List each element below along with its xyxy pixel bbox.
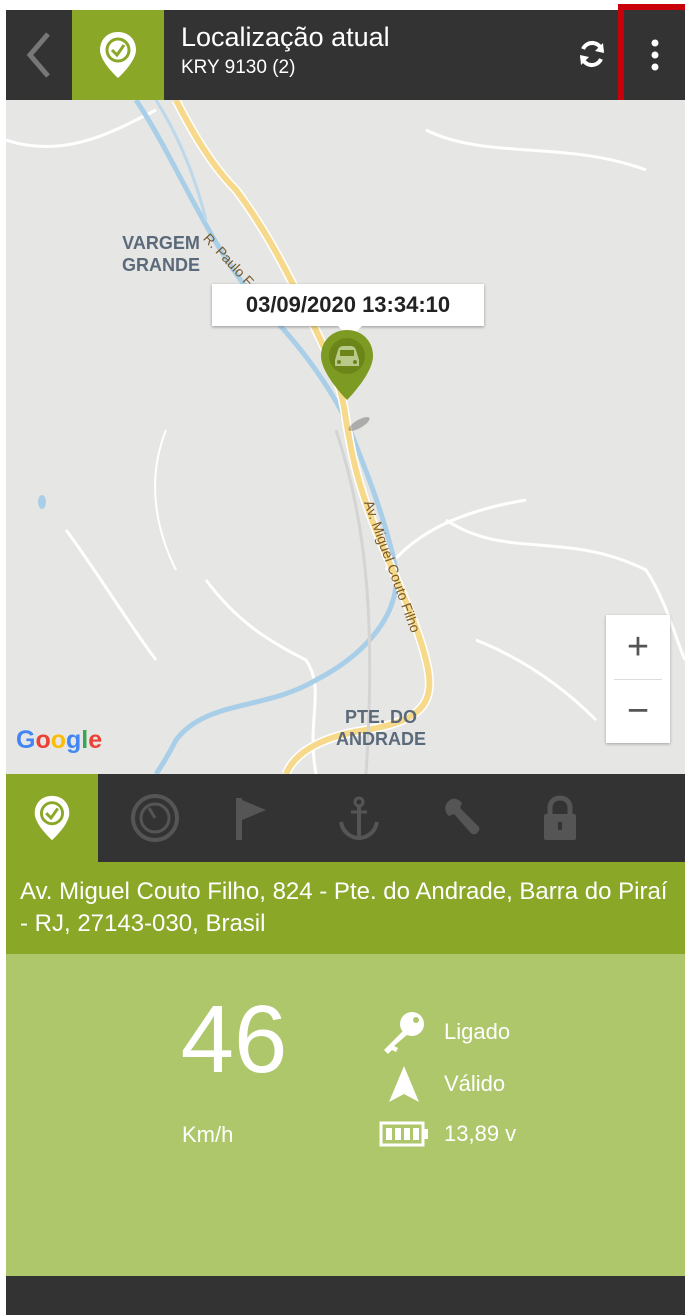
zoom-out-button[interactable]: −: [606, 679, 670, 743]
header-titles: Localização atual KRY 9130 (2): [181, 20, 390, 82]
location-check-icon: [34, 795, 70, 841]
address-text: Av. Miguel Couto Filho, 824 - Pte. do An…: [6, 862, 685, 954]
battery-status: 13,89 v: [378, 1114, 516, 1154]
speed-unit: Km/h: [182, 1122, 234, 1147]
map-label-pte-do-andrade: PTE. DO ANDRADE: [336, 706, 426, 750]
flag-icon: [236, 798, 266, 840]
footer-bar: [6, 1276, 685, 1315]
label-line: PTE. DO: [344, 707, 417, 727]
navigation-arrow-icon: [389, 1066, 419, 1102]
refresh-icon: [580, 40, 604, 68]
tab-location[interactable]: [6, 774, 98, 862]
bottom-tab-bar: [6, 774, 685, 862]
battery-label: 13,89 v: [444, 1121, 517, 1146]
refresh-button[interactable]: [572, 34, 612, 74]
label-line: VARGEM: [122, 233, 200, 253]
map-view[interactable]: VARGEM GRANDE PTE. DO ANDRADE R. Paulo F…: [6, 100, 685, 774]
tab-speed[interactable]: [109, 774, 201, 862]
zoom-divider: [614, 679, 662, 680]
gps-label: Válido: [444, 1071, 506, 1096]
wrench-icon: [445, 798, 480, 835]
vehicle-plate: KRY 9130 (2): [181, 57, 296, 78]
speedometer-icon: [131, 794, 179, 842]
speed-value: 46: [180, 986, 288, 1093]
map-label-vargem-grande: VARGEM GRANDE: [122, 232, 200, 276]
location-check-icon: [72, 10, 164, 100]
tab-flag[interactable]: [204, 774, 296, 862]
page-title: Localização atual: [181, 22, 390, 52]
battery-icon: [379, 1121, 428, 1147]
more-vert-icon: [651, 39, 658, 71]
zoom-controls: + −: [606, 615, 670, 743]
tab-maintenance[interactable]: [418, 774, 510, 862]
label-line: ANDRADE: [336, 729, 426, 749]
key-icon: [384, 1012, 424, 1054]
ignition-label: Ligado: [444, 1019, 511, 1044]
vehicle-marker-icon[interactable]: [319, 328, 375, 436]
google-attribution: Google: [16, 726, 103, 754]
app-header: Localização atual KRY 9130 (2): [6, 4, 685, 106]
back-button[interactable]: [6, 10, 72, 100]
label-line: GRANDE: [122, 255, 201, 275]
gps-status: Válido: [378, 1064, 505, 1104]
tab-lock[interactable]: [514, 774, 606, 862]
map-tiles: [6, 100, 685, 774]
timestamp-bubble[interactable]: 03/09/2020 13:34:10: [212, 284, 484, 338]
anchor-icon: [339, 796, 379, 841]
tab-anchor[interactable]: [313, 774, 405, 862]
back-icon: [26, 32, 50, 78]
lock-icon: [544, 795, 576, 840]
more-options-button[interactable]: [618, 4, 685, 106]
status-panel: 46 Km/h Ligado Válido 13,89 v: [6, 954, 685, 1276]
zoom-in-button[interactable]: +: [606, 615, 670, 679]
ignition-status: Ligado: [378, 1012, 511, 1054]
